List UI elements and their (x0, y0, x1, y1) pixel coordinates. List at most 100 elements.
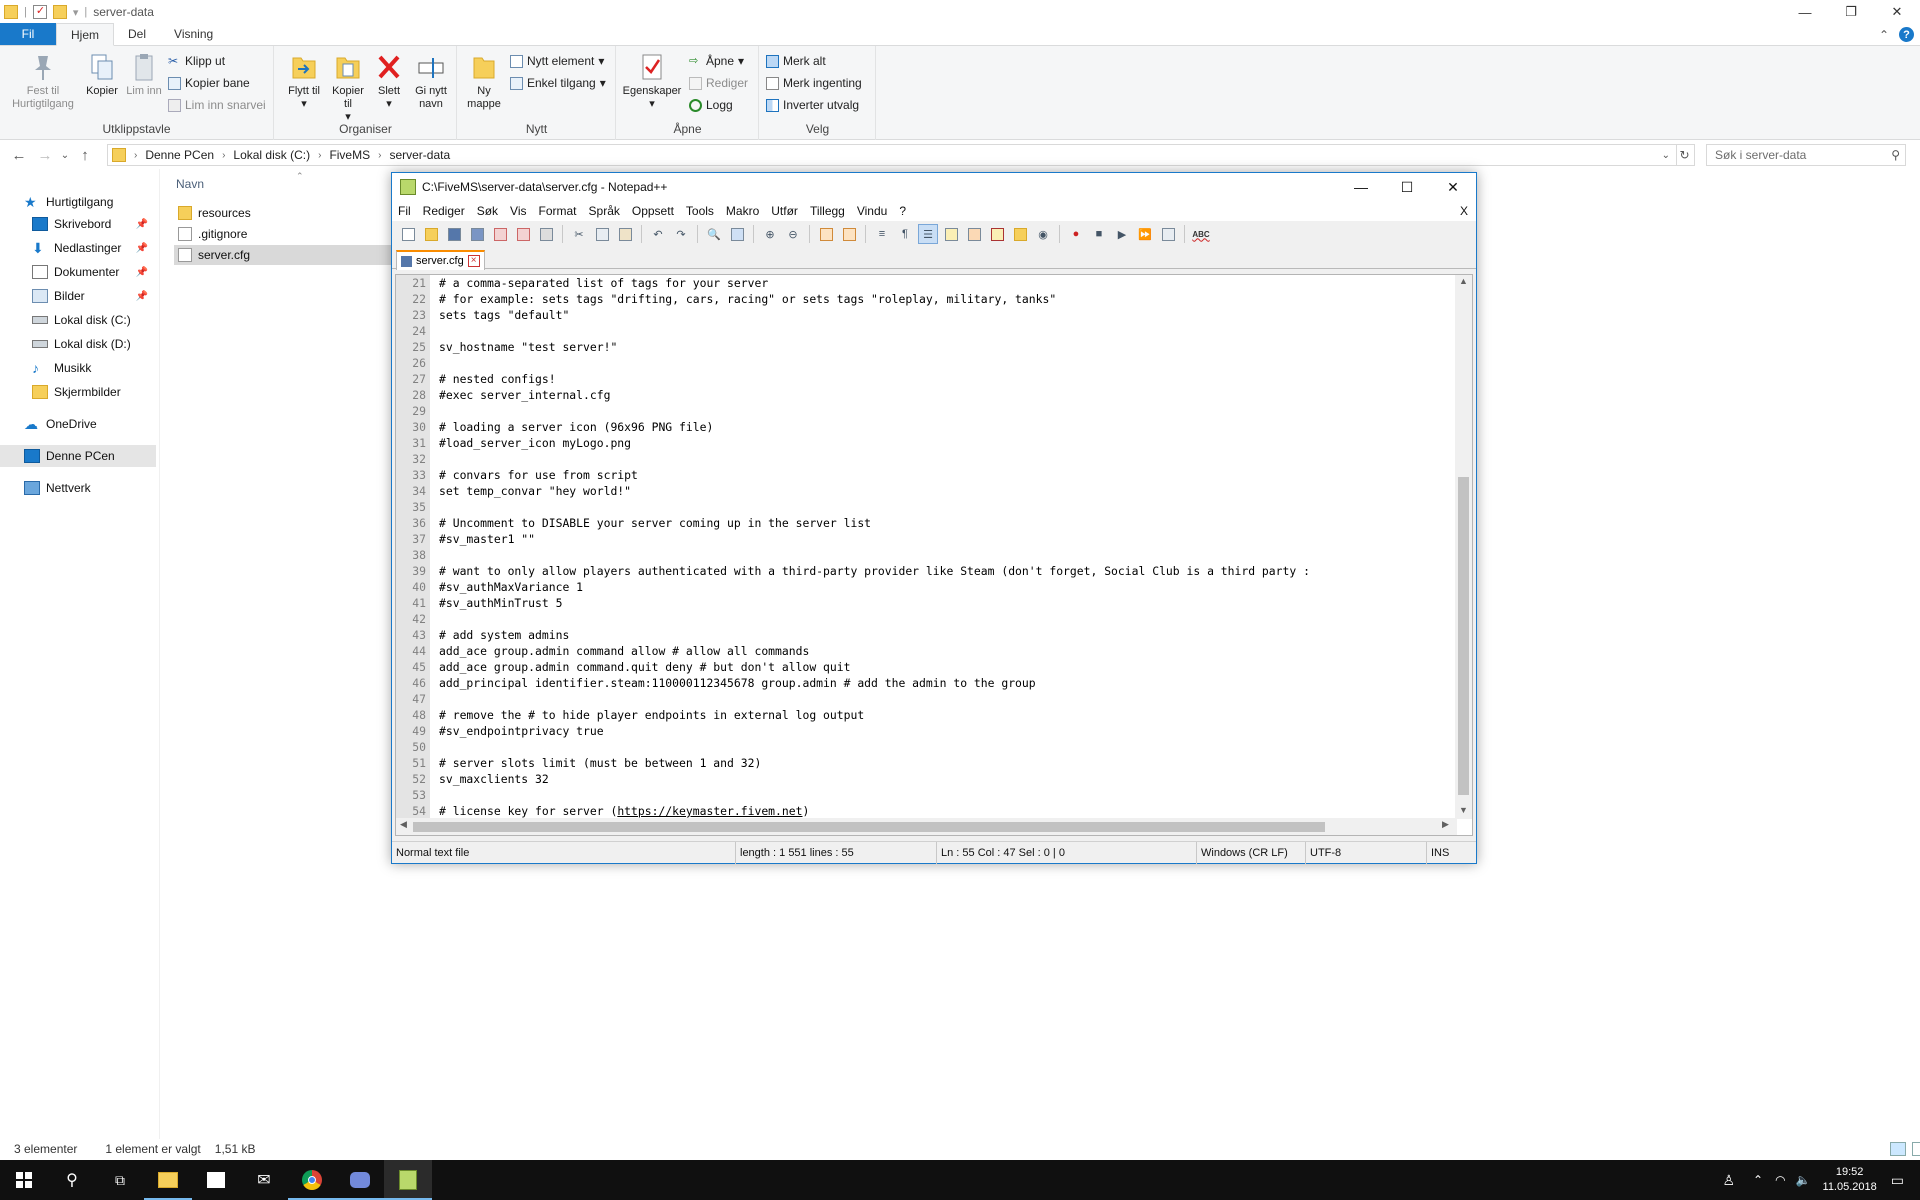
list-item[interactable]: server.cfg (174, 245, 414, 265)
tab-view[interactable]: Visning (160, 23, 227, 45)
status-eol[interactable]: Windows (CR LF) (1196, 842, 1288, 864)
network-wifi-icon[interactable]: ◠ (1775, 1173, 1785, 1187)
menu-macro[interactable]: Makro (720, 204, 765, 218)
copy-path-button[interactable]: Kopier bane (168, 74, 250, 92)
nav-onedrive[interactable]: ☁ OneDrive (0, 413, 156, 435)
close-file-icon[interactable] (490, 224, 510, 244)
run-macro-multiple-icon[interactable]: ⏩ (1135, 224, 1155, 244)
monitoring-icon[interactable]: ◉ (1033, 224, 1053, 244)
paste-shortcut-button[interactable]: Lim inn snarvei (168, 96, 266, 114)
pin-icon[interactable]: 📌 (136, 243, 148, 254)
people-icon[interactable]: ♙ (1722, 1172, 1735, 1189)
new-folder-icon[interactable] (52, 5, 67, 19)
breadcrumb-server-data[interactable]: server-data (389, 148, 450, 162)
pin-icon[interactable]: 📌 (136, 219, 148, 230)
breadcrumb-local-disk[interactable]: Lokal disk (C:) (233, 148, 310, 162)
play-macro-icon[interactable]: ▶ (1112, 224, 1132, 244)
menu-settings[interactable]: Oppsett (626, 204, 680, 218)
tab-home[interactable]: Hjem (56, 23, 115, 46)
nav-this-pc[interactable]: Denne PCen (0, 445, 156, 467)
breadcrumb-separator-icon[interactable]: › (222, 150, 225, 161)
menu-file[interactable]: Fil (392, 204, 417, 218)
find-icon[interactable]: 🔍 (704, 224, 724, 244)
edit-button[interactable]: Rediger (689, 74, 748, 92)
back-arrow-icon[interactable]: ← (6, 147, 32, 164)
vertical-scroll-thumb[interactable] (1458, 477, 1469, 795)
nav-documents[interactable]: Dokumenter 📌 (0, 261, 156, 283)
help-icon[interactable]: ? (1899, 27, 1914, 42)
tab-share[interactable]: Del (114, 23, 160, 45)
details-view-icon[interactable] (1890, 1142, 1906, 1156)
list-item[interactable]: .gitignore (174, 224, 414, 244)
show-all-characters-icon[interactable]: ¶ (895, 224, 915, 244)
up-arrow-icon[interactable]: ↑ (72, 147, 98, 164)
nav-pictures[interactable]: Bilder 📌 (0, 285, 156, 307)
file-explorer-taskbar-icon[interactable] (144, 1160, 192, 1200)
paste-icon[interactable] (615, 224, 635, 244)
search-input[interactable]: Søk i server-data ⚲ (1706, 144, 1906, 166)
mail-icon[interactable]: ✉ (240, 1160, 288, 1200)
pin-quick-access-button[interactable]: Fest til Hurtigtilgang (6, 52, 80, 111)
menu-search[interactable]: Søk (471, 204, 504, 218)
minimize-button[interactable]: — (1782, 0, 1828, 24)
spell-check-icon[interactable]: ABC (1191, 224, 1211, 244)
menu-tools[interactable]: Tools (680, 204, 720, 218)
address-dropdown-icon[interactable]: ⌄ (1662, 150, 1670, 161)
qat-dropdown-icon[interactable]: ▾ (73, 6, 79, 19)
menu-window[interactable]: Vindu (851, 204, 893, 218)
zoom-in-icon[interactable]: ⊕ (760, 224, 780, 244)
invert-selection-button[interactable]: Inverter utvalg (766, 96, 859, 114)
redo-icon[interactable]: ↷ (671, 224, 691, 244)
nav-downloads[interactable]: ⬇ Nedlastinger 📌 (0, 237, 156, 259)
breadcrumb-separator-icon[interactable]: › (318, 150, 321, 161)
breadcrumb-this-pc[interactable]: Denne PCen (145, 148, 214, 162)
function-list-icon[interactable] (987, 224, 1007, 244)
easy-access-button[interactable]: Enkel tilgang ▾ (510, 74, 606, 92)
open-button[interactable]: ⇨ Åpne ▾ (689, 52, 744, 70)
restore-button[interactable]: ❐ (1828, 0, 1874, 24)
close-button[interactable]: ✕ (1430, 173, 1476, 201)
license-link[interactable]: https://keymaster.fivem.net (617, 804, 802, 818)
select-all-button[interactable]: Merk alt (766, 52, 826, 70)
user-defined-language-icon[interactable] (941, 224, 961, 244)
breadcrumb-separator-icon[interactable]: › (134, 150, 137, 161)
notepadpp-taskbar-icon[interactable] (384, 1160, 432, 1200)
pin-icon[interactable]: 📌 (136, 267, 148, 278)
scroll-up-icon[interactable]: ▲ (1455, 276, 1472, 286)
close-tab-icon[interactable]: × (467, 255, 480, 267)
nav-music[interactable]: ♪ Musikk (0, 357, 156, 379)
scroll-right-icon[interactable]: ▶ (1442, 819, 1449, 830)
rename-button[interactable]: Gi nytt navn (409, 52, 453, 111)
chrome-icon[interactable] (288, 1160, 336, 1200)
save-all-icon[interactable] (467, 224, 487, 244)
scroll-down-icon[interactable]: ▼ (1455, 805, 1472, 815)
new-item-button[interactable]: Nytt element ▾ (510, 52, 604, 70)
replace-icon[interactable] (727, 224, 747, 244)
new-file-icon[interactable] (398, 224, 418, 244)
nav-screenshots[interactable]: Skjermbilder (0, 381, 156, 403)
pin-icon[interactable]: 📌 (136, 291, 148, 302)
sync-horizontal-icon[interactable] (839, 224, 859, 244)
copy-to-button[interactable]: Kopier til ▾ (327, 52, 369, 124)
status-encoding[interactable]: UTF-8 (1305, 842, 1341, 864)
forward-arrow-icon[interactable]: → (32, 147, 58, 164)
nav-desktop[interactable]: Skrivebord 📌 (0, 213, 156, 235)
nav-network[interactable]: Nettverk (0, 477, 156, 499)
save-icon[interactable] (444, 224, 464, 244)
document-map-icon[interactable] (964, 224, 984, 244)
code-area[interactable]: # a comma-separated list of tags for you… (439, 275, 1451, 819)
cut-icon[interactable]: ✂ (569, 224, 589, 244)
zoom-out-icon[interactable]: ⊖ (783, 224, 803, 244)
nav-quick-access[interactable]: ★ Hurtigtilgang (0, 191, 156, 213)
search-icon[interactable]: ⚲ (48, 1160, 96, 1200)
close-document-button[interactable]: X (1460, 204, 1468, 218)
new-folder-button[interactable]: Ny mappe (464, 52, 504, 111)
task-view-icon[interactable]: ⧉ (96, 1160, 144, 1200)
close-all-icon[interactable] (513, 224, 533, 244)
save-macro-icon[interactable] (1158, 224, 1178, 244)
close-button[interactable]: ✕ (1874, 0, 1920, 24)
action-center-icon[interactable]: ▭ (1891, 1172, 1904, 1189)
menu-edit[interactable]: Rediger (417, 204, 471, 218)
copy-button[interactable]: Kopier (80, 52, 124, 98)
word-wrap-icon[interactable]: ≡ (872, 224, 892, 244)
